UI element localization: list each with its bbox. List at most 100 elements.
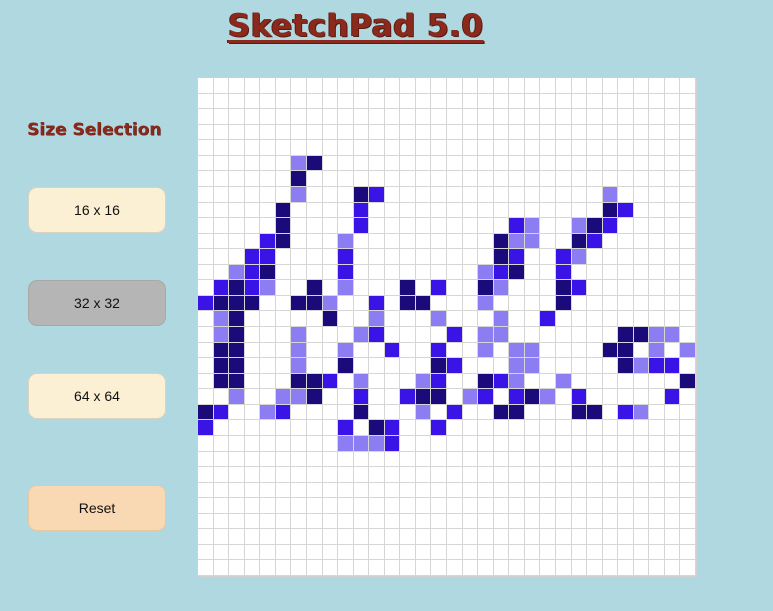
grid-cell[interactable] bbox=[462, 420, 479, 436]
grid-cell[interactable] bbox=[540, 373, 556, 390]
grid-cell[interactable] bbox=[478, 529, 494, 545]
grid-cell[interactable] bbox=[571, 264, 588, 281]
grid-cell[interactable] bbox=[509, 171, 525, 187]
grid-cell[interactable] bbox=[447, 342, 463, 359]
grid-cell[interactable] bbox=[291, 451, 307, 468]
grid-cell[interactable] bbox=[524, 358, 541, 374]
grid-cell[interactable] bbox=[353, 78, 370, 94]
grid-cell[interactable] bbox=[462, 311, 479, 327]
grid-cell[interactable] bbox=[338, 451, 354, 468]
grid-cell[interactable] bbox=[260, 264, 276, 281]
grid-cell[interactable] bbox=[415, 140, 432, 156]
grid-cell[interactable] bbox=[384, 295, 401, 312]
grid-cell[interactable] bbox=[587, 202, 603, 219]
grid-cell[interactable] bbox=[447, 109, 463, 125]
grid-cell[interactable] bbox=[478, 93, 494, 110]
grid-cell[interactable] bbox=[306, 513, 323, 530]
grid-cell[interactable] bbox=[353, 482, 370, 499]
grid-cell[interactable] bbox=[618, 560, 634, 576]
grid-cell[interactable] bbox=[493, 482, 510, 499]
grid-cell[interactable] bbox=[540, 358, 556, 374]
grid-cell[interactable] bbox=[602, 155, 619, 172]
grid-cell[interactable] bbox=[509, 155, 525, 172]
grid-cell[interactable] bbox=[618, 202, 634, 219]
grid-cell[interactable] bbox=[649, 404, 665, 421]
grid-cell[interactable] bbox=[213, 155, 230, 172]
grid-cell[interactable] bbox=[493, 544, 510, 561]
grid-cell[interactable] bbox=[555, 171, 572, 187]
grid-cell[interactable] bbox=[322, 311, 339, 327]
grid-cell[interactable] bbox=[338, 529, 354, 545]
grid-cell[interactable] bbox=[400, 264, 416, 281]
grid-cell[interactable] bbox=[275, 93, 292, 110]
grid-cell[interactable] bbox=[275, 218, 292, 234]
grid-cell[interactable] bbox=[400, 155, 416, 172]
grid-cell[interactable] bbox=[369, 233, 385, 250]
grid-cell[interactable] bbox=[384, 109, 401, 125]
grid-cell[interactable] bbox=[198, 218, 214, 234]
grid-cell[interactable] bbox=[680, 404, 696, 421]
grid-cell[interactable] bbox=[680, 78, 696, 94]
grid-cell[interactable] bbox=[260, 93, 276, 110]
grid-cell[interactable] bbox=[291, 311, 307, 327]
grid-cell[interactable] bbox=[524, 529, 541, 545]
grid-cell[interactable] bbox=[649, 327, 665, 343]
grid-cell[interactable] bbox=[509, 404, 525, 421]
grid-cell[interactable] bbox=[447, 233, 463, 250]
grid-cell[interactable] bbox=[198, 202, 214, 219]
grid-cell[interactable] bbox=[244, 327, 261, 343]
grid-cell[interactable] bbox=[680, 295, 696, 312]
grid-cell[interactable] bbox=[478, 451, 494, 468]
grid-cell[interactable] bbox=[353, 233, 370, 250]
grid-cell[interactable] bbox=[493, 78, 510, 94]
grid-cell[interactable] bbox=[618, 218, 634, 234]
grid-cell[interactable] bbox=[462, 295, 479, 312]
grid-cell[interactable] bbox=[198, 78, 214, 94]
grid-cell[interactable] bbox=[509, 389, 525, 405]
grid-cell[interactable] bbox=[400, 78, 416, 94]
grid-cell[interactable] bbox=[229, 140, 245, 156]
grid-cell[interactable] bbox=[229, 513, 245, 530]
grid-cell[interactable] bbox=[602, 358, 619, 374]
grid-cell[interactable] bbox=[447, 295, 463, 312]
grid-cell[interactable] bbox=[618, 233, 634, 250]
grid-cell[interactable] bbox=[353, 544, 370, 561]
grid-cell[interactable] bbox=[415, 202, 432, 219]
grid-cell[interactable] bbox=[664, 295, 681, 312]
grid-cell[interactable] bbox=[338, 327, 354, 343]
grid-cell[interactable] bbox=[353, 186, 370, 203]
grid-cell[interactable] bbox=[493, 233, 510, 250]
grid-cell[interactable] bbox=[353, 435, 370, 452]
grid-cell[interactable] bbox=[291, 529, 307, 545]
grid-cell[interactable] bbox=[338, 249, 354, 265]
grid-cell[interactable] bbox=[680, 342, 696, 359]
grid-cell[interactable] bbox=[509, 249, 525, 265]
grid-cell[interactable] bbox=[493, 155, 510, 172]
grid-cell[interactable] bbox=[680, 311, 696, 327]
grid-cell[interactable] bbox=[291, 140, 307, 156]
grid-cell[interactable] bbox=[447, 404, 463, 421]
grid-cell[interactable] bbox=[587, 295, 603, 312]
grid-cell[interactable] bbox=[338, 467, 354, 483]
grid-cell[interactable] bbox=[555, 155, 572, 172]
grid-cell[interactable] bbox=[633, 389, 650, 405]
grid-cell[interactable] bbox=[618, 482, 634, 499]
grid-cell[interactable] bbox=[649, 435, 665, 452]
grid-cell[interactable] bbox=[275, 233, 292, 250]
grid-cell[interactable] bbox=[602, 218, 619, 234]
grid-cell[interactable] bbox=[400, 435, 416, 452]
grid-cell[interactable] bbox=[633, 358, 650, 374]
grid-cell[interactable] bbox=[680, 467, 696, 483]
grid-cell[interactable] bbox=[633, 482, 650, 499]
grid-cell[interactable] bbox=[415, 373, 432, 390]
grid-cell[interactable] bbox=[447, 467, 463, 483]
grid-cell[interactable] bbox=[571, 311, 588, 327]
grid-cell[interactable] bbox=[353, 218, 370, 234]
grid-cell[interactable] bbox=[447, 311, 463, 327]
grid-cell[interactable] bbox=[618, 498, 634, 514]
grid-cell[interactable] bbox=[618, 140, 634, 156]
grid-cell[interactable] bbox=[353, 171, 370, 187]
grid-cell[interactable] bbox=[213, 218, 230, 234]
grid-cell[interactable] bbox=[384, 544, 401, 561]
grid-cell[interactable] bbox=[540, 451, 556, 468]
